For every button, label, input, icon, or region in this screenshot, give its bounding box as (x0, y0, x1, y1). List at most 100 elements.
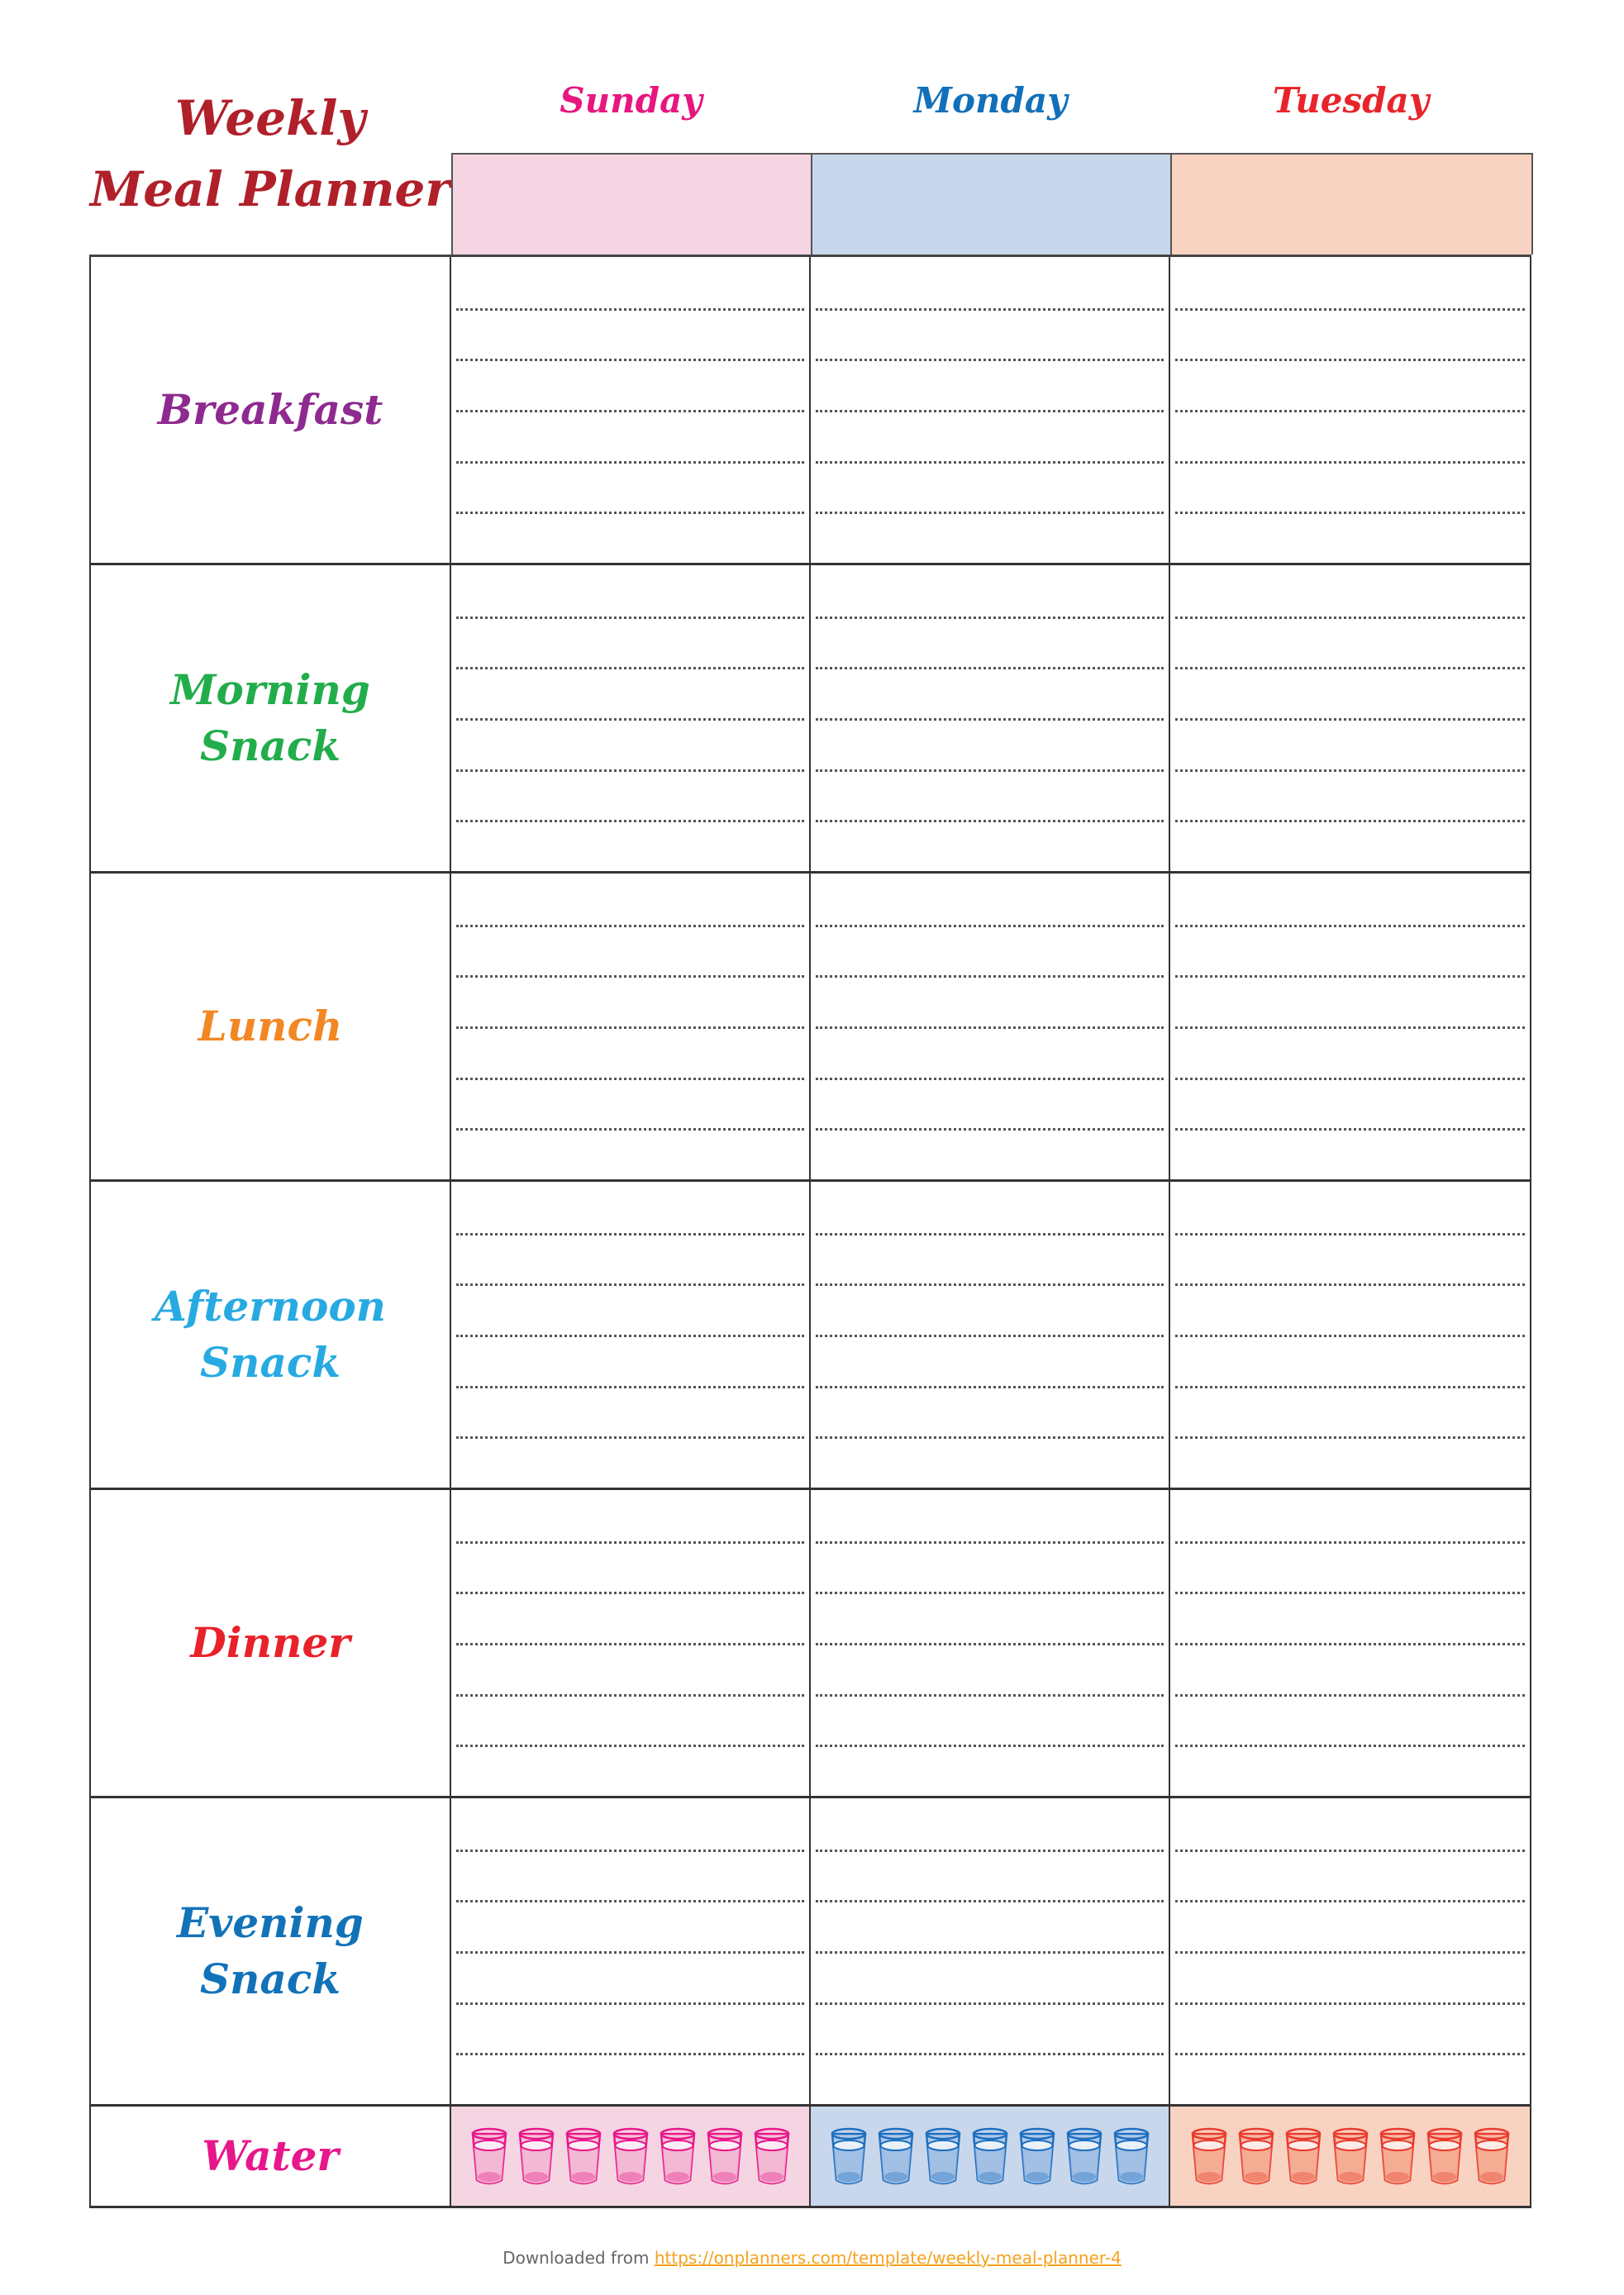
writing-line (816, 1745, 1164, 1748)
writing-line (1175, 975, 1525, 978)
water-glass-icon[interactable] (658, 2126, 698, 2187)
meal-entry-tuesday[interactable] (1170, 1490, 1531, 1796)
day-header-tuesday: Tuesday (1272, 80, 1430, 121)
water-glass-icon[interactable] (517, 2126, 556, 2187)
water-label: Water (89, 2107, 451, 2206)
writing-line (816, 1592, 1164, 1595)
meal-row: Lunch (89, 874, 1531, 1182)
writing-line (1175, 512, 1525, 515)
writing-line (816, 1951, 1164, 1954)
water-glass-icon[interactable] (876, 2126, 916, 2187)
meal-label: Breakfast (89, 257, 451, 563)
meal-entry-sunday[interactable] (451, 257, 811, 563)
water-glass-icon[interactable] (1064, 2126, 1104, 2187)
meal-entry-monday[interactable] (811, 1490, 1170, 1796)
writing-line (456, 1849, 804, 1852)
meal-entry-tuesday[interactable] (1170, 565, 1531, 871)
writing-line (456, 1900, 804, 1903)
meal-label-line-1: Afternoon (154, 1282, 387, 1331)
water-glass-icon[interactable] (469, 2126, 509, 2187)
writing-line (816, 1900, 1164, 1903)
meal-entry-monday[interactable] (811, 1182, 1170, 1488)
water-glass-icon[interactable] (1112, 2126, 1151, 2187)
writing-line (456, 820, 804, 823)
writing-line (1175, 1077, 1525, 1080)
meal-entry-monday[interactable] (811, 1798, 1170, 2104)
meal-row: Breakfast (89, 257, 1531, 565)
writing-line (1175, 667, 1525, 670)
writing-line (456, 975, 804, 978)
meal-label-line-1: Breakfast (157, 385, 383, 434)
writing-line (1175, 2002, 1525, 2005)
meal-entry-tuesday[interactable] (1170, 874, 1531, 1179)
writing-line (1175, 1643, 1525, 1645)
writing-line (1175, 460, 1525, 464)
meal-entry-tuesday[interactable] (1170, 1798, 1531, 2104)
water-glass-icon[interactable] (1236, 2126, 1276, 2187)
meal-row: Dinner (89, 1490, 1531, 1798)
writing-line (1175, 1951, 1525, 1954)
writing-line (456, 1077, 804, 1080)
writing-line (816, 1849, 1164, 1852)
writing-line (456, 1540, 804, 1544)
title-line-1: Weekly (174, 90, 366, 146)
meal-entry-monday[interactable] (811, 257, 1170, 563)
writing-line (1175, 820, 1525, 823)
writing-line (1175, 359, 1525, 362)
writing-line (456, 718, 804, 721)
meal-entry-tuesday[interactable] (1170, 1182, 1531, 1488)
writing-line (816, 512, 1164, 515)
meal-entry-sunday[interactable] (451, 874, 811, 1179)
writing-line (456, 1643, 804, 1645)
day-band-tuesday (1170, 153, 1533, 255)
writing-line (816, 1436, 1164, 1440)
water-glass-icon[interactable] (1425, 2126, 1464, 2187)
water-glass-icon[interactable] (1017, 2126, 1057, 2187)
meal-label-line-2: Snack (200, 721, 341, 770)
water-glass-icon[interactable] (1472, 2126, 1512, 2187)
meal-label-line-1: Morning (170, 665, 370, 714)
writing-line (1175, 1385, 1525, 1388)
meal-entry-sunday[interactable] (451, 1490, 811, 1796)
water-glass-icon[interactable] (1331, 2126, 1370, 2187)
writing-line (1175, 718, 1525, 721)
water-glass-icon[interactable] (564, 2126, 603, 2187)
writing-line (456, 1745, 804, 1748)
footer-link[interactable]: https://onplanners.com/template/weekly-m… (655, 2248, 1122, 2268)
writing-line (816, 820, 1164, 823)
writing-line (1175, 1592, 1525, 1595)
meal-entry-tuesday[interactable] (1170, 257, 1531, 563)
writing-line (816, 718, 1164, 721)
water-glass-icon[interactable] (752, 2126, 792, 2187)
writing-line (816, 769, 1164, 772)
writing-line (456, 1026, 804, 1029)
water-glass-icon[interactable] (611, 2126, 650, 2187)
writing-line (816, 975, 1164, 978)
water-glass-icon[interactable] (1189, 2126, 1229, 2187)
writing-line (816, 1283, 1164, 1287)
writing-line (456, 667, 804, 670)
water-glass-icon[interactable] (970, 2126, 1010, 2187)
meal-entry-sunday[interactable] (451, 565, 811, 871)
water-tracker-tuesday (1170, 2107, 1531, 2206)
water-glass-icon[interactable] (923, 2126, 963, 2187)
water-glass-icon[interactable] (829, 2126, 869, 2187)
day-header-sunday: Sunday (560, 80, 702, 121)
writing-line (1175, 410, 1525, 412)
meal-entry-monday[interactable] (811, 565, 1170, 871)
meal-label-line-2: Snack (200, 1338, 341, 1387)
meal-entry-sunday[interactable] (451, 1798, 811, 2104)
writing-line (816, 924, 1164, 927)
footer-prefix: Downloaded from (502, 2248, 650, 2268)
water-glass-icon[interactable] (1283, 2126, 1323, 2187)
writing-line (1175, 616, 1525, 619)
writing-line (456, 1592, 804, 1595)
meal-entry-sunday[interactable] (451, 1182, 811, 1488)
writing-line (816, 1385, 1164, 1388)
meal-row: Morning Snack (89, 565, 1531, 874)
writing-line (1175, 1900, 1525, 1903)
water-glass-icon[interactable] (705, 2126, 745, 2187)
meal-entry-monday[interactable] (811, 874, 1170, 1179)
water-glass-icon[interactable] (1378, 2126, 1417, 2187)
day-header-monday: Monday (913, 80, 1068, 121)
